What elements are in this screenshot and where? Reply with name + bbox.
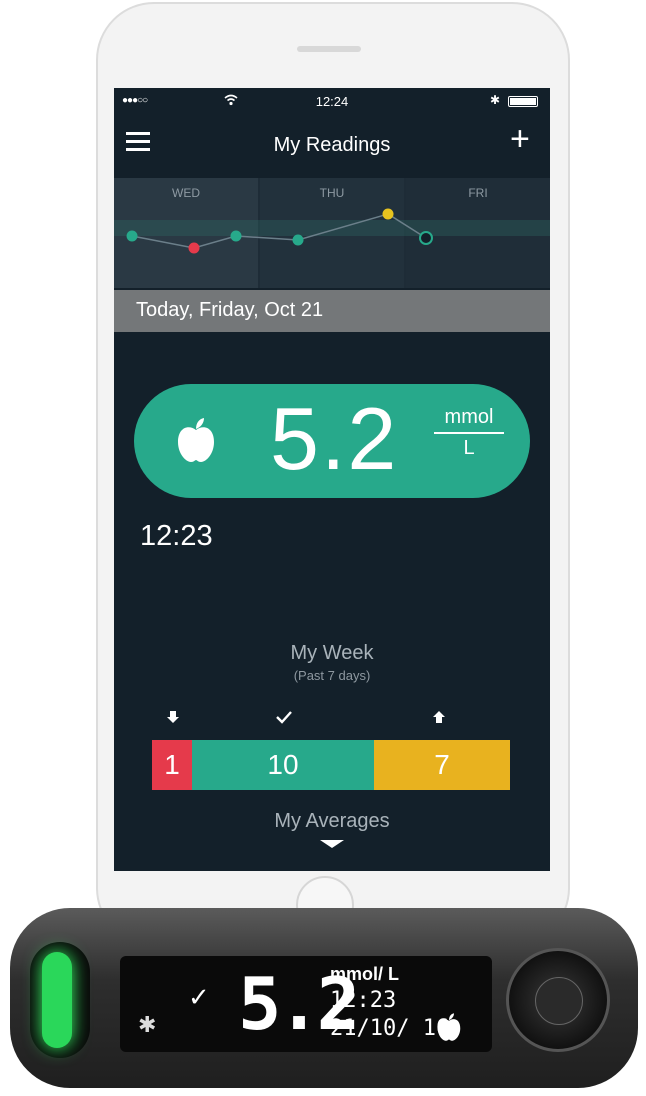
status-bar: ●●●○○ 12:24 ✱: [114, 88, 550, 116]
my-week-title: My Week: [290, 642, 374, 664]
my-week-subtitle: (Past 7 days): [293, 668, 371, 683]
chevron-down-icon[interactable]: [320, 840, 344, 848]
reading-point-in-range[interactable]: [126, 230, 138, 242]
reading-point-in-range[interactable]: [230, 230, 242, 242]
meter-date: 21/10/ 16: [330, 1016, 450, 1041]
week-strip-lines: [114, 208, 550, 254]
reading-value: 5.2: [270, 389, 399, 488]
battery-icon: [508, 96, 538, 107]
week-range-bar[interactable]: 1 10 7: [152, 740, 510, 790]
apple-icon: [176, 416, 216, 469]
reading-unit: mmol L: [434, 406, 504, 460]
meter-navigation-dial[interactable]: [506, 948, 610, 1052]
unit-top: mmol: [434, 406, 504, 434]
low-count[interactable]: 1: [152, 740, 192, 790]
reading-time: 12:23: [140, 520, 213, 552]
reading-point-current[interactable]: [419, 231, 433, 245]
reading-card[interactable]: 5.2 mmol L: [134, 384, 530, 498]
reading-point-in-range[interactable]: [292, 234, 304, 246]
strip-port: [30, 942, 90, 1058]
unit-bottom: L: [463, 437, 475, 459]
page-title: My Readings: [273, 134, 391, 156]
low-arrow-icon: [166, 710, 180, 729]
meter-check-icon: ✓: [188, 982, 210, 1012]
status-time: 12:24: [315, 94, 349, 109]
reading-point-low[interactable]: [188, 242, 200, 254]
glucose-meter: ✓ ✱ 5.2 mmol/ L 12:23 21/10/ 16: [10, 908, 638, 1088]
high-arrow-icon: [432, 710, 446, 729]
phone-speaker: [297, 46, 361, 52]
app-screen: ●●●○○ 12:24 ✱ My Readings + WED THU FRI …: [114, 88, 550, 871]
bluetooth-icon: ✱: [490, 93, 501, 107]
check-icon: [276, 710, 292, 729]
meter-time: 12:23: [330, 988, 397, 1013]
date-bar: Today, Friday, Oct 21: [114, 290, 550, 332]
my-averages-label[interactable]: My Averages: [114, 810, 550, 833]
meter-apple-icon: [436, 1012, 462, 1047]
meter-display: ✓ ✱ 5.2 mmol/ L 12:23 21/10/ 16: [120, 956, 492, 1052]
reading-point-high[interactable]: [382, 208, 394, 220]
add-reading-button[interactable]: +: [510, 120, 530, 159]
date-label: Today, Friday, Oct 21: [136, 299, 324, 321]
nav-bar: My Readings +: [114, 118, 550, 170]
meter-center-button[interactable]: [535, 977, 583, 1025]
strip-port-light: [42, 952, 72, 1048]
meter-bluetooth-icon: ✱: [138, 1012, 157, 1037]
high-count[interactable]: 7: [374, 740, 510, 790]
meter-unit: mmol/ L: [330, 964, 400, 984]
in-range-count[interactable]: 10: [192, 740, 374, 790]
